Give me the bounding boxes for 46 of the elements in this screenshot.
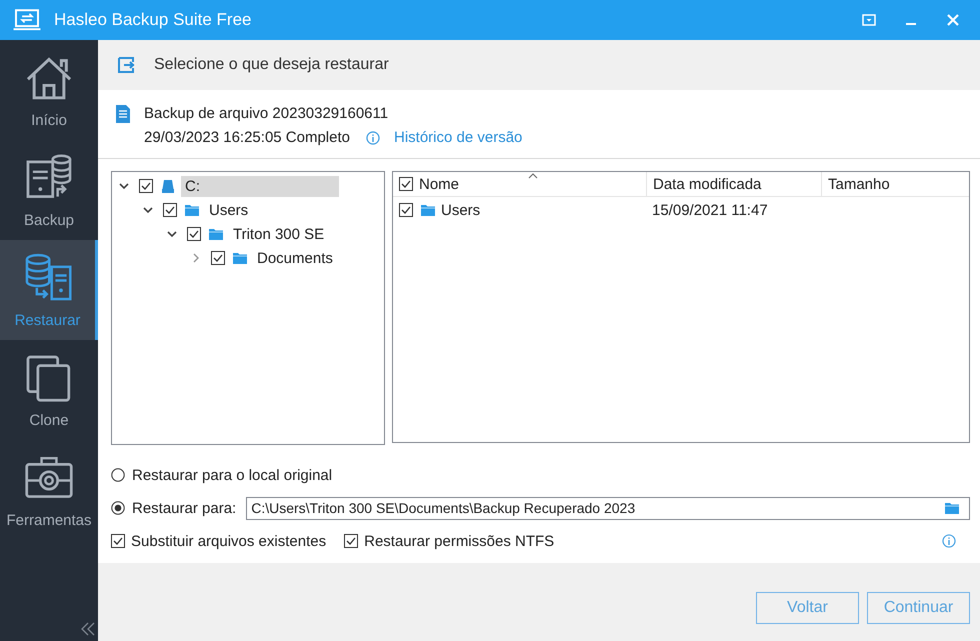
app-logo-icon bbox=[12, 9, 42, 31]
table-cell: 15/09/2021 11:47 bbox=[652, 202, 768, 218]
nav-item[interactable]: Início bbox=[0, 40, 98, 140]
tree-item[interactable]: Triton 300 SE bbox=[229, 224, 328, 244]
tree-item[interactable]: Users bbox=[205, 200, 252, 220]
checked-checkbox[interactable] bbox=[344, 534, 358, 548]
column-header[interactable]: Data modificada bbox=[647, 172, 822, 196]
nav-item[interactable]: Clone bbox=[0, 340, 98, 440]
menu-icon[interactable] bbox=[862, 13, 876, 27]
collapse-icon[interactable] bbox=[81, 622, 95, 636]
nav-item[interactable]: Ferramentas bbox=[0, 440, 98, 540]
path-field[interactable]: C:\Users\Triton 300 SE\Documents\Backup Recuperado 2023 bbox=[246, 496, 970, 520]
checked-checkbox[interactable] bbox=[111, 534, 125, 548]
checkbox-label: Restaurar permissões NTFS bbox=[364, 532, 554, 550]
folder-icon bbox=[185, 203, 199, 217]
info-icon[interactable] bbox=[942, 534, 956, 548]
folder-icon bbox=[209, 227, 223, 241]
checked-checkbox[interactable] bbox=[399, 203, 413, 217]
radio-button[interactable] bbox=[111, 501, 125, 515]
info-icon bbox=[366, 130, 380, 144]
page-title: Selecione o que deseja restaurar bbox=[154, 56, 389, 74]
backup-details: 29/03/2023 16:25:05 Completo bbox=[144, 129, 350, 146]
tree-item[interactable]: C: bbox=[181, 176, 339, 196]
folder-icon bbox=[421, 203, 435, 217]
drive-icon bbox=[161, 179, 175, 193]
folder-icon bbox=[233, 251, 247, 265]
checkbox-label: Substituir arquivos existentes bbox=[131, 532, 326, 550]
column-header[interactable]: Nome bbox=[393, 172, 647, 196]
checked-checkbox[interactable] bbox=[139, 179, 153, 193]
checked-checkbox[interactable] bbox=[399, 177, 413, 191]
file-name[interactable]: Users bbox=[441, 202, 480, 218]
radio-label: Restaurar para o local original bbox=[132, 466, 332, 484]
column-header[interactable]: Tamanho bbox=[822, 172, 969, 196]
window-title: Hasleo Backup Suite Free bbox=[54, 10, 252, 30]
radio-button[interactable] bbox=[111, 468, 125, 482]
restore-icon bbox=[116, 55, 136, 75]
tree-item[interactable]: Documents bbox=[253, 248, 337, 268]
checked-checkbox[interactable] bbox=[163, 203, 177, 217]
checked-checkbox[interactable] bbox=[211, 251, 225, 265]
radio-label: Restaurar para: bbox=[132, 500, 236, 516]
nav-item[interactable]: Backup bbox=[0, 140, 98, 240]
folder-icon[interactable] bbox=[945, 501, 959, 515]
backup-name: Backup de arquivo 20230329160611 bbox=[144, 105, 390, 122]
checked-checkbox[interactable] bbox=[187, 227, 201, 241]
document-icon bbox=[116, 105, 130, 123]
close-icon[interactable] bbox=[946, 13, 960, 27]
